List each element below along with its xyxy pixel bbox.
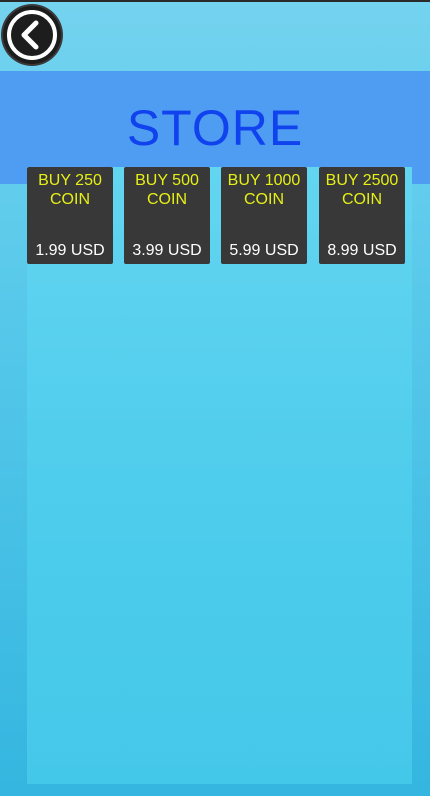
product-price: 8.99 USD xyxy=(327,242,397,259)
buy-250-coin-button[interactable]: BUY 250 COIN 1.99 USD xyxy=(27,167,113,264)
product-title: BUY 500 COIN xyxy=(124,171,210,209)
buy-1000-coin-button[interactable]: BUY 1000 COIN 5.99 USD xyxy=(221,167,307,264)
buy-2500-coin-button[interactable]: BUY 2500 COIN 8.99 USD xyxy=(319,167,405,264)
buy-500-coin-button[interactable]: BUY 500 COIN 3.99 USD xyxy=(124,167,210,264)
product-title-line1: BUY 500 xyxy=(135,172,199,189)
product-title-line2: COIN xyxy=(342,191,382,208)
product-price: 1.99 USD xyxy=(35,242,105,259)
product-title-line1: BUY 2500 xyxy=(325,172,399,189)
top-edge xyxy=(0,0,430,2)
product-title-line1: BUY 250 xyxy=(38,172,102,189)
product-title-line2: COIN xyxy=(147,191,187,208)
product-title-line1: BUY 1000 xyxy=(227,172,301,189)
product-list: BUY 250 COIN 1.99 USD BUY 500 COIN 3.99 … xyxy=(27,167,407,265)
product-title-line2: COIN xyxy=(244,191,284,208)
product-title: BUY 2500 COIN xyxy=(319,171,405,209)
product-price: 5.99 USD xyxy=(229,242,299,259)
page-title: STORE xyxy=(126,100,304,156)
back-arrow-icon xyxy=(7,10,57,60)
product-title: BUY 1000 COIN xyxy=(221,171,307,209)
product-title-line2: COIN xyxy=(50,191,90,208)
product-price: 3.99 USD xyxy=(132,242,202,259)
product-title: BUY 250 COIN xyxy=(27,171,113,209)
back-button[interactable] xyxy=(3,6,61,64)
